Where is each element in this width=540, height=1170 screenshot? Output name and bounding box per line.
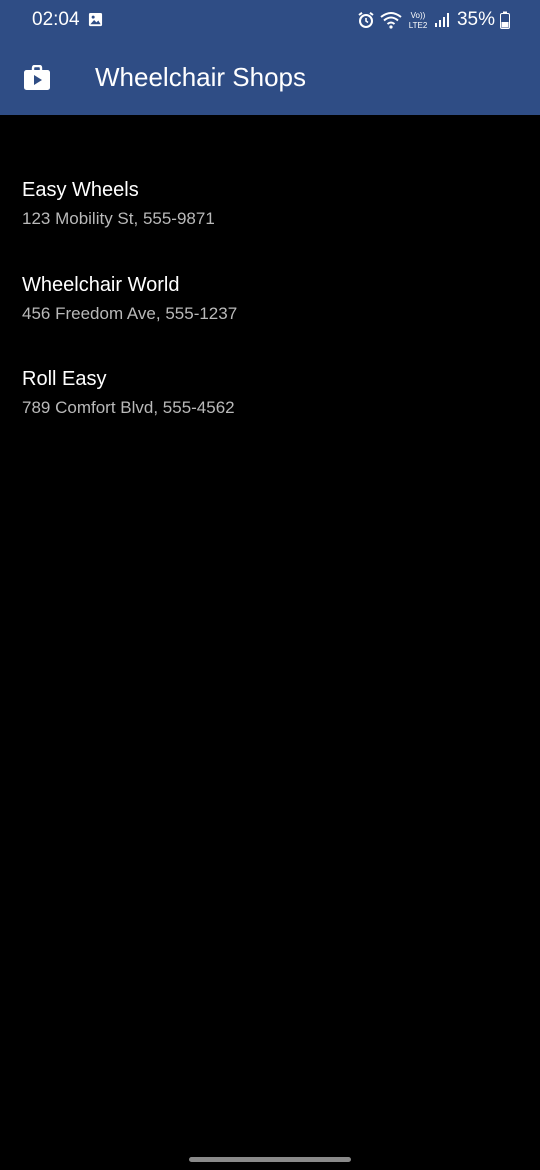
app-bar: Wheelchair Shops — [0, 40, 540, 115]
shop-address: 123 Mobility St, 555-9871 — [22, 209, 215, 228]
network-badge-top: Vo)) — [411, 11, 426, 20]
app-title: Wheelchair Shops — [95, 62, 306, 92]
wifi-icon — [380, 12, 402, 29]
status-time: 02:04 — [32, 9, 80, 30]
network-badge-bottom: LTE2 — [409, 21, 428, 30]
home-indicator[interactable] — [189, 1157, 351, 1162]
image-icon — [88, 12, 103, 27]
status-right-group: Vo)) LTE2 35% — [357, 9, 510, 31]
shop-name: Easy Wheels — [22, 179, 139, 201]
list-item[interactable]: Easy Wheels 123 Mobility St, 555-9871 — [0, 160, 540, 255]
volte-lte-icon: Vo)) LTE2 — [409, 11, 428, 30]
shop-name: Roll Easy — [22, 368, 107, 390]
list-item[interactable]: Roll Easy 789 Comfort Blvd, 555-4562 — [0, 349, 540, 444]
signal-icon — [434, 13, 449, 27]
shop-list: Easy Wheels 123 Mobility St, 555-9871 Wh… — [0, 160, 540, 444]
list-item[interactable]: Wheelchair World 456 Freedom Ave, 555-12… — [0, 255, 540, 350]
alarm-icon — [358, 11, 374, 28]
shop-bag-play-icon[interactable] — [23, 65, 51, 91]
shop-name: Wheelchair World — [22, 273, 180, 296]
battery-percentage: 35% — [456, 9, 495, 30]
shop-address: 456 Freedom Ave, 555-1237 — [22, 303, 238, 323]
header: 02:04 Vo)) LTE2 35% Wheelchair Shops — [0, 0, 540, 115]
shop-address: 789 Comfort Blvd, 555-4562 — [22, 398, 235, 417]
battery-icon — [500, 11, 510, 29]
status-bar: 02:04 Vo)) LTE2 35% — [0, 0, 540, 40]
